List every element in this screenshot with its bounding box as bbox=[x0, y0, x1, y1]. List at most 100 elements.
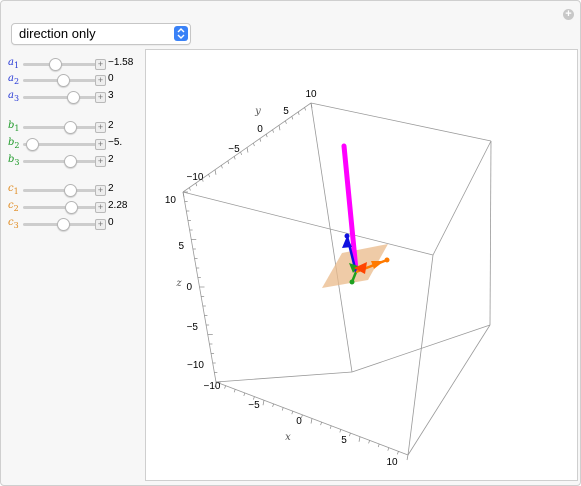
tick-mark bbox=[387, 447, 390, 451]
z-tick-label: −10 bbox=[187, 360, 204, 371]
control-label-c3: c3 bbox=[8, 217, 19, 230]
slider-track-b1[interactable] bbox=[23, 126, 98, 129]
chevron-updown-icon[interactable] bbox=[174, 26, 188, 41]
tick-mark bbox=[377, 443, 380, 448]
control-subscript: 1 bbox=[14, 124, 20, 133]
x-tick-label: −10 bbox=[204, 381, 221, 392]
control-value-c2: 2.28 bbox=[108, 200, 128, 211]
tick-mark bbox=[259, 138, 262, 142]
tick-mark bbox=[339, 429, 342, 433]
plus-icon[interactable]: + bbox=[95, 219, 106, 230]
control-row-b3: b3 +2 bbox=[8, 154, 148, 168]
control-subscript: 2 bbox=[14, 141, 20, 150]
slider-thumb-a1[interactable] bbox=[48, 58, 62, 71]
tick-mark bbox=[253, 142, 255, 147]
control-row-c3: c3 +0 bbox=[8, 217, 148, 231]
control-subscript: 1 bbox=[13, 61, 20, 70]
tick-mark bbox=[224, 385, 226, 389]
tick-mark bbox=[243, 392, 246, 397]
tick-mark bbox=[265, 134, 268, 138]
tick-mark bbox=[349, 432, 351, 437]
plus-icon[interactable]: + bbox=[95, 156, 106, 167]
mode-dropdown[interactable]: direction only bbox=[11, 23, 191, 45]
control-label-b2: b2 bbox=[8, 137, 20, 150]
x-tick-label: −5 bbox=[248, 400, 260, 411]
control-value-b1: 2 bbox=[108, 120, 114, 131]
tick-mark bbox=[195, 182, 198, 187]
slider-track-c1[interactable] bbox=[23, 189, 98, 192]
tick-mark bbox=[310, 102, 313, 109]
plus-icon[interactable]: + bbox=[95, 75, 106, 86]
control-value-a2: 0 bbox=[108, 73, 114, 84]
tick-mark bbox=[358, 436, 361, 442]
control-row-a3: a3 +3 bbox=[8, 90, 148, 104]
control-label-a3: a3 bbox=[8, 90, 19, 103]
control-value-b2: −5. bbox=[108, 137, 123, 148]
z-tick-label: −5 bbox=[187, 322, 199, 333]
tick-mark bbox=[368, 440, 370, 444]
tick-mark bbox=[297, 111, 300, 116]
control-value-c1: 2 bbox=[108, 183, 114, 194]
3d-plot[interactable]: 10 5 0 −5 −10 y 10 5 0 −5 −10 z −10 −5 0 5 10 x bbox=[145, 49, 578, 481]
control-subscript: 3 bbox=[14, 158, 20, 167]
tick-mark bbox=[233, 389, 236, 393]
control-subscript: 3 bbox=[13, 94, 20, 103]
control-label-b1: b1 bbox=[8, 120, 20, 133]
control-row-c1: c1 +2 bbox=[8, 183, 148, 197]
x-tick-label: 10 bbox=[386, 457, 398, 468]
slider-thumb-b2[interactable] bbox=[26, 138, 40, 151]
tick-mark bbox=[262, 400, 265, 406]
control-subscript: 1 bbox=[13, 187, 19, 196]
plus-circle-icon[interactable]: + bbox=[563, 9, 574, 20]
tick-mark bbox=[214, 169, 217, 175]
plus-icon[interactable]: + bbox=[95, 139, 106, 150]
slider-thumb-c2[interactable] bbox=[65, 201, 79, 214]
tick-mark bbox=[304, 107, 306, 111]
control-label-c1: c1 bbox=[8, 183, 19, 196]
control-label-b3: b3 bbox=[8, 154, 20, 167]
control-value-c3: 0 bbox=[108, 217, 114, 228]
plus-icon[interactable]: + bbox=[95, 202, 106, 213]
tick-mark bbox=[291, 411, 294, 415]
tick-mark bbox=[246, 147, 249, 153]
y-axis-label: y bbox=[254, 106, 261, 117]
control-label-a2: a2 bbox=[8, 73, 19, 86]
x-tick-label: 5 bbox=[341, 435, 347, 446]
tick-mark bbox=[272, 129, 274, 133]
slider-thumb-b1[interactable] bbox=[63, 121, 77, 134]
slider-thumb-a3[interactable] bbox=[67, 91, 81, 104]
slider-track-a3[interactable] bbox=[23, 96, 98, 99]
slider-thumb-b3[interactable] bbox=[63, 155, 77, 168]
control-value-b3: 2 bbox=[108, 154, 114, 165]
y-tick-label: −5 bbox=[228, 144, 240, 155]
x-axis-label: x bbox=[285, 432, 291, 443]
slider-track-c2[interactable] bbox=[23, 206, 98, 209]
z-tick-label: 0 bbox=[186, 282, 192, 293]
z-axis-label: z bbox=[175, 278, 182, 289]
plus-icon[interactable]: + bbox=[95, 185, 106, 196]
tick-mark bbox=[221, 165, 223, 169]
y-tick-label: 10 bbox=[305, 89, 317, 100]
slider-thumb-c1[interactable] bbox=[63, 184, 77, 197]
control-row-a1: a1 + −1.58 bbox=[8, 57, 148, 71]
tick-mark bbox=[272, 403, 274, 408]
y-tick-label: 0 bbox=[257, 124, 263, 135]
y-tick-label: 5 bbox=[283, 106, 289, 117]
tick-mark bbox=[227, 160, 230, 164]
slider-track-b3[interactable] bbox=[23, 160, 98, 163]
y-tick-label: −10 bbox=[187, 172, 204, 183]
slider-thumb-c3[interactable] bbox=[57, 218, 70, 231]
control-subscript: 3 bbox=[13, 221, 19, 230]
demonstration-panel: + direction only a1 + −1.58 a2 +0 a3 +3 b1 +2 b2 +… bbox=[0, 0, 581, 486]
slider-thumb-a2[interactable] bbox=[57, 74, 70, 87]
plus-icon[interactable]: + bbox=[95, 122, 106, 133]
tick-mark bbox=[291, 116, 294, 120]
mode-dropdown-value: direction only bbox=[19, 26, 96, 41]
tick-mark bbox=[182, 191, 185, 198]
tick-mark bbox=[329, 425, 332, 429]
control-subscript: 2 bbox=[13, 77, 20, 86]
plus-icon[interactable]: + bbox=[95, 59, 106, 70]
tick-mark bbox=[281, 407, 284, 411]
control-subscript: 2 bbox=[13, 204, 19, 213]
plus-icon[interactable]: + bbox=[95, 92, 106, 103]
